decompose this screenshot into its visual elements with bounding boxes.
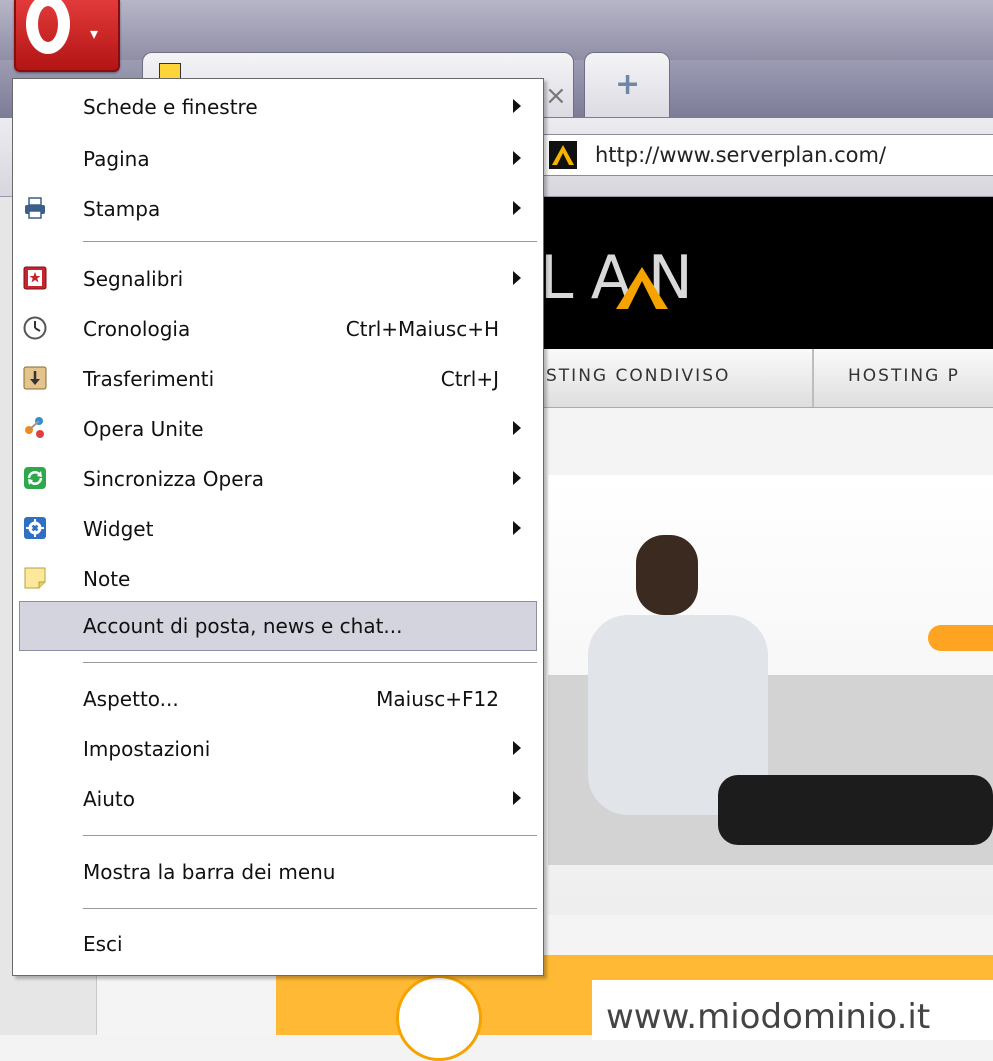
menu-item-widget[interactable]: Widget [13,504,543,554]
submenu-arrow-icon [513,201,521,215]
title-bar [0,0,993,60]
submenu-arrow-icon [513,791,521,805]
url-field[interactable]: http://www.serverplan.com/ [540,134,993,176]
menu-item-aiuto[interactable]: Aiuto [13,774,543,824]
bookmarks-icon [23,266,47,290]
submenu-arrow-icon [513,421,521,435]
submenu-arrow-icon [513,741,521,755]
url-text: http://www.serverplan.com/ [595,143,887,167]
submenu-arrow-icon [513,471,521,485]
menu-item-trasferimenti[interactable]: Trasferimenti Ctrl+J [13,354,543,404]
menu-item-mostra-barra-menu[interactable]: Mostra la barra dei menu [13,847,543,897]
menu-item-impostazioni[interactable]: Impostazioni [13,724,543,774]
opera-logo-icon [26,0,70,54]
opera-unite-icon [25,417,44,438]
menu-item-pagina[interactable]: Pagina [13,134,543,184]
menu-item-sincronizza-opera[interactable]: Sincronizza Opera [13,454,543,504]
opera-main-menu: Schede e finestre Pagina Stampa Segnalib… [12,78,544,976]
menu-item-label: Esci [83,932,123,956]
menu-separator [83,662,537,664]
opera-menu-button[interactable]: ▾ [14,0,120,72]
logo-triangle-icon [616,267,668,309]
menu-item-esci[interactable]: Esci [13,919,543,969]
history-clock-icon [23,316,47,340]
menu-item-label: Note [83,567,131,591]
nav-hosting-p[interactable]: HOSTING P [848,366,960,386]
menu-item-note[interactable]: Note [13,554,543,604]
menu-item-opera-unite[interactable]: Opera Unite [13,404,543,454]
menu-item-label: Schede e finestre [83,95,258,119]
hero-image [548,475,993,915]
menu-item-shortcut: Ctrl+Maiusc+H [345,317,499,341]
menu-item-label: Stampa [83,197,161,221]
domain-text: www.miodominio.it [606,997,931,1037]
submenu-arrow-icon [513,521,521,535]
menu-item-label: Aiuto [83,787,135,811]
menu-separator [83,908,537,910]
menu-item-stampa[interactable]: Stampa [13,184,543,234]
menu-item-shortcut: Maiusc+F12 [376,687,499,711]
nav-hosting-condiviso[interactable]: STING CONDIVISO [546,366,730,386]
menu-separator [83,241,537,243]
menu-item-segnalibri[interactable]: Segnalibri [13,254,543,304]
menu-item-label: Aspetto... [83,687,179,711]
menu-item-label: Opera Unite [83,417,204,441]
menu-item-label: Widget [83,517,154,541]
menu-item-label: Trasferimenti [83,367,215,391]
site-favicon-icon [549,141,577,169]
plus-icon: + [615,67,641,102]
menu-item-cronologia[interactable]: Cronologia Ctrl+Maiusc+H [13,304,543,354]
printer-icon [25,197,45,219]
menu-item-label: Pagina [83,147,150,171]
menu-item-schede-e-finestre[interactable]: Schede e finestre [13,82,543,132]
submenu-arrow-icon [513,151,521,165]
menu-item-label: Account di posta, news e chat... [83,614,403,638]
menu-item-account-posta[interactable]: Account di posta, news e chat... [19,601,537,651]
menu-item-label: Segnalibri [83,267,184,291]
sync-icon [24,467,46,489]
notes-icon [24,567,46,589]
menu-item-label: Mostra la barra dei menu [83,860,336,884]
menu-item-shortcut: Ctrl+J [440,367,499,391]
downloads-icon [23,366,47,390]
submenu-arrow-icon [513,271,521,285]
chevron-down-icon: ▾ [90,24,99,43]
submenu-arrow-icon [513,99,521,113]
menu-separator [83,835,537,837]
nav-divider [812,349,814,407]
widget-gear-icon [24,517,46,539]
menu-item-label: Cronologia [83,317,191,341]
close-tab-icon[interactable]: × [545,83,567,109]
menu-item-label: Impostazioni [83,737,211,761]
promo-circle [396,975,482,1061]
menu-item-label: Sincronizza Opera [83,467,265,491]
new-tab-button[interactable]: + [584,52,670,117]
menu-item-aspetto[interactable]: Aspetto... Maiusc+F12 [13,674,543,724]
